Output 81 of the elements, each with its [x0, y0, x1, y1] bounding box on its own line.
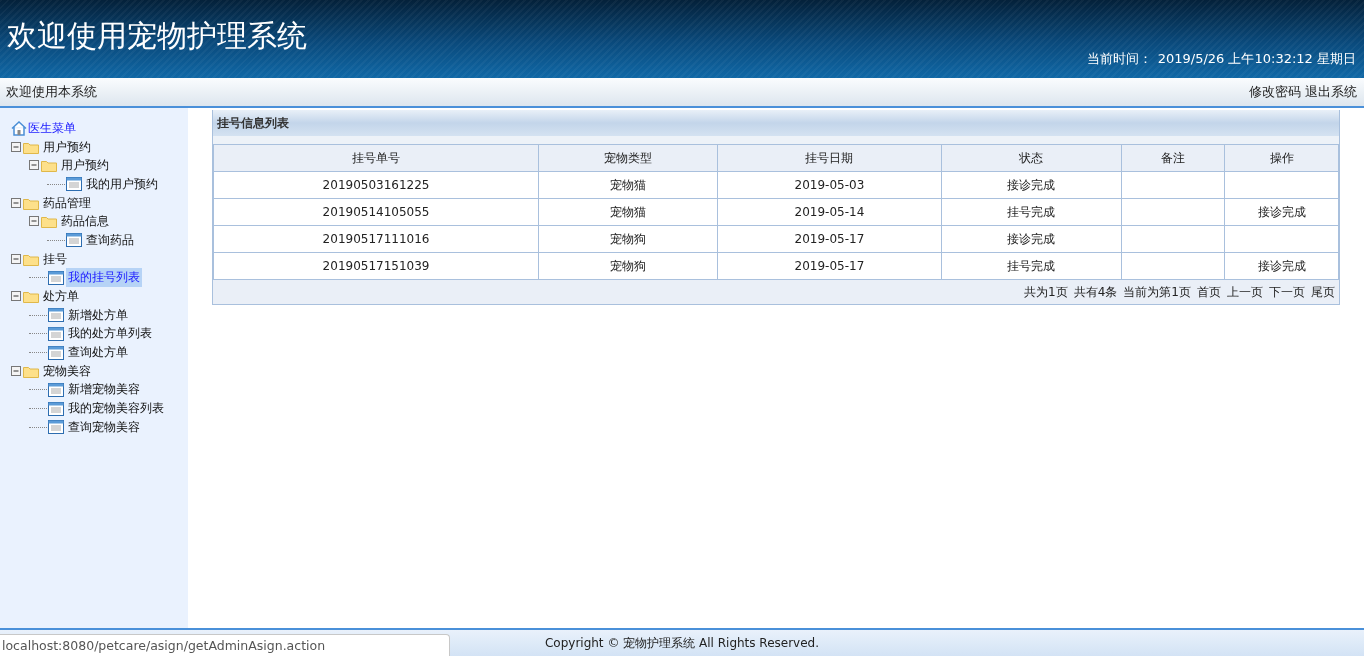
collapse-toggle-icon[interactable] [11, 141, 22, 153]
menu-item[interactable]: 新增宠物美容 [66, 380, 142, 400]
welcome-text: 欢迎使用本系统 [6, 83, 97, 101]
folder-icon [41, 215, 57, 229]
panel-title: 挂号信息列表 [213, 110, 1339, 144]
column-header: 操作 [1224, 144, 1339, 172]
clock-value: 2019/5/26 上午10:32:12 星期日 [1157, 50, 1356, 68]
column-header: 挂号日期 [717, 144, 942, 172]
table-cell: 2019-05-14 [717, 198, 942, 226]
header-link[interactable]: 修改密码 [1249, 83, 1301, 101]
document-icon [48, 401, 64, 416]
document-icon [48, 326, 64, 341]
menu-item[interactable]: 挂号 [41, 249, 69, 269]
folder-icon [23, 252, 39, 266]
document-icon [66, 177, 82, 192]
table-cell: 2019-05-03 [717, 171, 942, 199]
collapse-toggle-icon[interactable] [29, 160, 40, 172]
pager-info: 当前为第1页 [1123, 283, 1191, 301]
copyright-text: Copyright © 宠物护理系统 All Rights Reserved. [544, 634, 820, 652]
pager-info: 共为1页 [1024, 283, 1068, 301]
menu-item[interactable]: 宠物美容 [41, 361, 93, 381]
menu-item[interactable]: 查询药品 [84, 230, 136, 250]
clock-label: 当前时间： [1086, 50, 1152, 68]
pager-link[interactable]: 首页 [1197, 283, 1221, 301]
table-cell: 宠物猫 [538, 198, 718, 226]
table-cell: 接诊完成 [941, 171, 1122, 199]
folder-icon [23, 140, 39, 154]
collapse-toggle-icon[interactable] [11, 365, 22, 377]
menu-item[interactable]: 药品信息 [59, 212, 111, 232]
pager-link[interactable]: 上一页 [1227, 283, 1263, 301]
table-cell: 挂号完成 [941, 198, 1122, 226]
document-icon [48, 270, 64, 285]
table-cell: 宠物狗 [538, 252, 718, 280]
menu-item[interactable]: 我的用户预约 [84, 174, 160, 194]
folder-icon [23, 364, 39, 378]
pager-link[interactable]: 下一页 [1269, 283, 1305, 301]
menu-item[interactable]: 新增处方单 [66, 305, 130, 325]
column-header: 备注 [1121, 144, 1225, 172]
menu-item[interactable]: 用户预约 [59, 156, 111, 176]
menu-item[interactable]: 我的处方单列表 [66, 324, 154, 344]
document-icon [48, 420, 64, 435]
menu-item[interactable]: 用户预约 [41, 137, 93, 157]
collapse-toggle-icon[interactable] [11, 253, 22, 265]
menu-root[interactable]: 医生菜单 [28, 119, 76, 137]
collapse-toggle-icon[interactable] [11, 197, 22, 209]
column-header: 宠物类型 [538, 144, 718, 172]
table-cell: 接诊完成 [1224, 252, 1339, 280]
table-cell: 接诊完成 [1224, 198, 1339, 226]
menu-item[interactable]: 药品管理 [41, 193, 93, 213]
header-link[interactable]: 退出系统 [1305, 83, 1357, 101]
collapse-toggle-icon[interactable] [11, 291, 22, 303]
collapse-toggle-icon[interactable] [29, 216, 40, 228]
menu-item[interactable]: 处方单 [41, 287, 81, 307]
menu-item[interactable]: 我的宠物美容列表 [66, 399, 166, 419]
pager-info: 共有4条 [1073, 283, 1118, 301]
menu-item[interactable]: 查询宠物美容 [66, 417, 142, 437]
table-cell: 挂号完成 [941, 252, 1122, 280]
pager-link[interactable]: 尾页 [1311, 283, 1335, 301]
table-cell: 宠物猫 [538, 171, 718, 199]
table-cell: 2019-05-17 [717, 252, 942, 280]
folder-icon [23, 290, 39, 304]
column-header: 状态 [941, 144, 1122, 172]
table-cell: 20190514105055 [213, 198, 539, 226]
menu-item[interactable]: 我的挂号列表 [66, 268, 142, 288]
column-header: 挂号单号 [213, 144, 539, 172]
folder-icon [41, 159, 57, 173]
folder-icon [23, 196, 39, 210]
document-icon [48, 382, 64, 397]
site-title: 欢迎使用宠物护理系统 [7, 17, 307, 55]
document-icon [48, 308, 64, 323]
table-cell: 宠物狗 [538, 225, 718, 253]
table-cell: 20190517151039 [213, 252, 539, 280]
table-cell: 2019-05-17 [717, 225, 942, 253]
document-icon [48, 345, 64, 360]
table-cell: 接诊完成 [941, 225, 1122, 253]
home-icon [11, 120, 27, 136]
document-icon [66, 233, 82, 248]
table-cell: 20190517111016 [213, 225, 539, 253]
status-url-bubble: localhost:8080/petcare/asign/getAdminAsign.action [0, 634, 450, 656]
table-cell: 20190503161225 [213, 171, 539, 199]
menu-item[interactable]: 查询处方单 [66, 343, 130, 363]
